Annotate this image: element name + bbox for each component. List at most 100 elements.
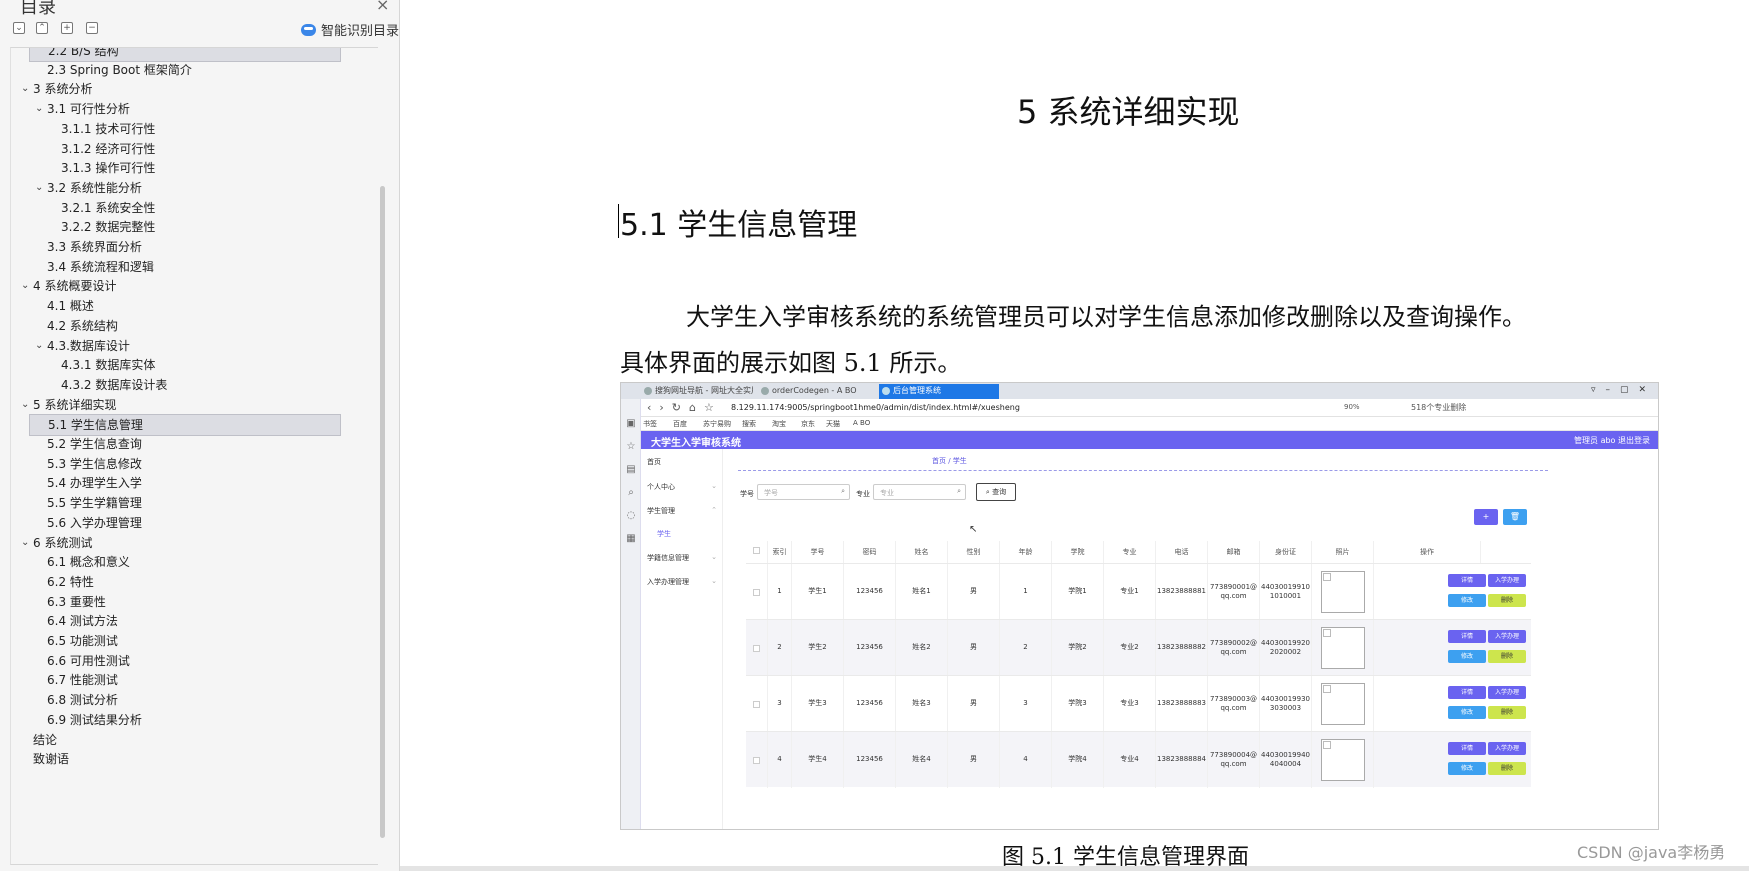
toc-item[interactable]: 6.2 特性 [11, 572, 378, 594]
expand-up-icon[interactable]: ⌃ [36, 22, 48, 34]
bookmark-item[interactable]: 书签 [643, 419, 657, 429]
toc-item[interactable]: 3.3 系统界面分析 [11, 237, 378, 259]
collapse-minus-icon[interactable]: − [86, 22, 98, 34]
toc-item[interactable]: ⌄ 3 系统分析 [11, 79, 378, 101]
toc-item[interactable]: ⌄ 3.2 系统性能分析 [11, 178, 378, 200]
toc-item[interactable]: ⌄ 4.3.数据库设计 [11, 336, 378, 358]
select-all-checkbox[interactable] [753, 547, 760, 554]
toc-item[interactable]: 6.4 测试方法 [11, 611, 378, 633]
toc-item[interactable]: 6.7 性能测试 [11, 670, 378, 692]
menu-item[interactable]: 学籍信息管理 ⌄ [647, 553, 721, 563]
row-checkbox[interactable] [753, 756, 760, 764]
xuehao-input[interactable]: 学号 ⌕ [757, 484, 850, 500]
edit-button[interactable]: 修改 [1448, 762, 1486, 775]
browser-tab[interactable]: 搜狗网址导航 - 网址大全实用网址 [641, 384, 753, 399]
menu-item[interactable]: 学生 [657, 529, 731, 539]
grid-icon[interactable]: ▦ [625, 534, 637, 545]
search-icon[interactable]: ⌕ [625, 488, 637, 499]
add-button[interactable]: + [1474, 509, 1498, 525]
delete-button[interactable]: 删除 [1488, 594, 1526, 607]
query-button[interactable]: ⌕ 查询 [976, 483, 1016, 501]
chevron-down-icon[interactable]: ⌄ [35, 178, 43, 198]
menu-item[interactable]: 入学办理管理 ⌄ [647, 577, 721, 587]
book-icon[interactable]: ▤ [625, 465, 637, 476]
enroll-button[interactable]: 入学办理 [1488, 742, 1526, 755]
chevron-down-icon[interactable]: ⌄ [35, 336, 43, 356]
toc-item[interactable]: 6.5 功能测试 [11, 631, 378, 653]
toc-item[interactable]: 5.4 办理学生入学 [11, 473, 378, 495]
detail-button[interactable]: 详情 [1448, 630, 1486, 643]
browser-tab-active[interactable]: 后台管理系统 [879, 384, 999, 399]
screenshot-icon[interactable]: ▣ [625, 419, 637, 430]
toc-scrollbar[interactable] [380, 186, 385, 838]
chevron-down-icon[interactable]: ⌄ [21, 533, 29, 553]
batch-delete-button[interactable]: 🗑 [1503, 509, 1527, 525]
toc-item[interactable]: 3.2.2 数据完整性 [11, 217, 378, 239]
bookmark-item[interactable]: 京东 [801, 419, 815, 429]
zhuanye-input[interactable]: 专业 ⌕ [873, 484, 966, 500]
chevron-down-icon[interactable]: ⌄ [21, 395, 29, 415]
toc-item[interactable]: 结论 [11, 730, 378, 752]
toc-item[interactable]: 4.2 系统结构 [11, 316, 378, 338]
user-links[interactable]: 管理员 abo 退出登录 [1574, 435, 1650, 446]
toc-item[interactable]: ⌄ 5 系统详细实现 [11, 395, 378, 417]
chat-icon[interactable]: ◌ [625, 511, 637, 522]
menu-item[interactable]: 首页 [647, 457, 721, 467]
collapse-all-icon[interactable]: ⌄ [13, 22, 25, 34]
enroll-button[interactable]: 入学办理 [1488, 686, 1526, 699]
edit-button[interactable]: 修改 [1448, 706, 1486, 719]
toc-item[interactable]: 3.2.1 系统安全性 [11, 198, 378, 220]
window-controls[interactable]: ▿–▢✕ [1591, 385, 1656, 395]
enroll-button[interactable]: 入学办理 [1488, 574, 1526, 587]
toc-item[interactable]: 6.8 测试分析 [11, 690, 378, 712]
url-text[interactable]: 8.129.11.174:9005/springboot1hme0/admin/… [731, 403, 1020, 412]
smart-toc-button[interactable]: 智能识别目录 [301, 20, 399, 39]
toc-item[interactable]: 6.6 可用性测试 [11, 651, 378, 673]
toc-item[interactable]: 4.3.1 数据库实体 [11, 355, 378, 377]
detail-button[interactable]: 详情 [1448, 742, 1486, 755]
bookmark-item[interactable]: 苏宁易购 [703, 419, 731, 429]
toc-item[interactable]: 6.3 重要性 [11, 592, 378, 614]
toc-item[interactable]: ⌄ 3.1 可行性分析 [11, 99, 378, 121]
row-checkbox[interactable] [753, 588, 760, 596]
toc-item[interactable]: 3.1.2 经济可行性 [11, 139, 378, 161]
toc-item[interactable]: 3.1.3 操作可行性 [11, 158, 378, 180]
chevron-down-icon[interactable]: ⌄ [21, 79, 29, 99]
toc-item[interactable]: 3.1.1 技术可行性 [11, 119, 378, 141]
bookmark-item[interactable]: 天猫 [826, 419, 840, 429]
bookmark-item[interactable]: 百度 [673, 419, 687, 429]
menu-item[interactable]: 学生管理 ⌃ [647, 506, 721, 516]
toc-item[interactable]: 4.1 概述 [11, 296, 378, 318]
menu-item[interactable]: 个人中心 ⌄ [647, 482, 721, 492]
chevron-down-icon[interactable]: ⌄ [35, 99, 43, 119]
detail-button[interactable]: 详情 [1448, 574, 1486, 587]
bookmark-item[interactable]: 搜索 [742, 419, 756, 429]
toc-item[interactable]: 5.6 入学办理管理 [11, 513, 378, 535]
toc-item[interactable]: 5.3 学生信息修改 [11, 454, 378, 476]
row-checkbox[interactable] [753, 644, 760, 652]
toc-item[interactable]: 5.5 学生学籍管理 [11, 493, 378, 515]
expand-plus-icon[interactable]: + [61, 22, 73, 34]
column-header[interactable] [746, 541, 768, 563]
close-icon[interactable]: × [376, 0, 389, 14]
toc-item[interactable]: ⌄ 4 系统概要设计 [11, 276, 378, 298]
toc-item[interactable]: 致谢语 [11, 749, 378, 771]
bookmark-item[interactable]: A BO [853, 419, 870, 427]
edit-button[interactable]: 修改 [1448, 650, 1486, 663]
nav-buttons[interactable]: ‹›↻⌂☆ [647, 401, 722, 414]
browser-tab[interactable]: orderCodegen - A BO [758, 384, 876, 399]
zoom-level[interactable]: 90% [1344, 403, 1360, 411]
chevron-down-icon[interactable]: ⌄ [21, 276, 29, 296]
enroll-button[interactable]: 入学办理 [1488, 630, 1526, 643]
edit-button[interactable]: 修改 [1448, 594, 1486, 607]
toc-item[interactable]: 6.9 测试结果分析 [11, 710, 378, 732]
delete-button[interactable]: 删除 [1488, 706, 1526, 719]
toc-item[interactable]: 6.1 概念和意义 [11, 552, 378, 574]
toc-item[interactable]: ⌄ 6 系统测试 [11, 533, 378, 555]
star-icon[interactable]: ☆ [625, 442, 637, 453]
toc-item[interactable]: 5.2 学生信息查询 [11, 434, 378, 456]
breadcrumb[interactable]: 首页 / 学生 [932, 456, 967, 466]
toc-item[interactable]: 3.4 系统流程和逻辑 [11, 257, 378, 279]
toc-item[interactable]: 4.3.2 数据库设计表 [11, 375, 378, 397]
delete-button[interactable]: 删除 [1488, 762, 1526, 775]
